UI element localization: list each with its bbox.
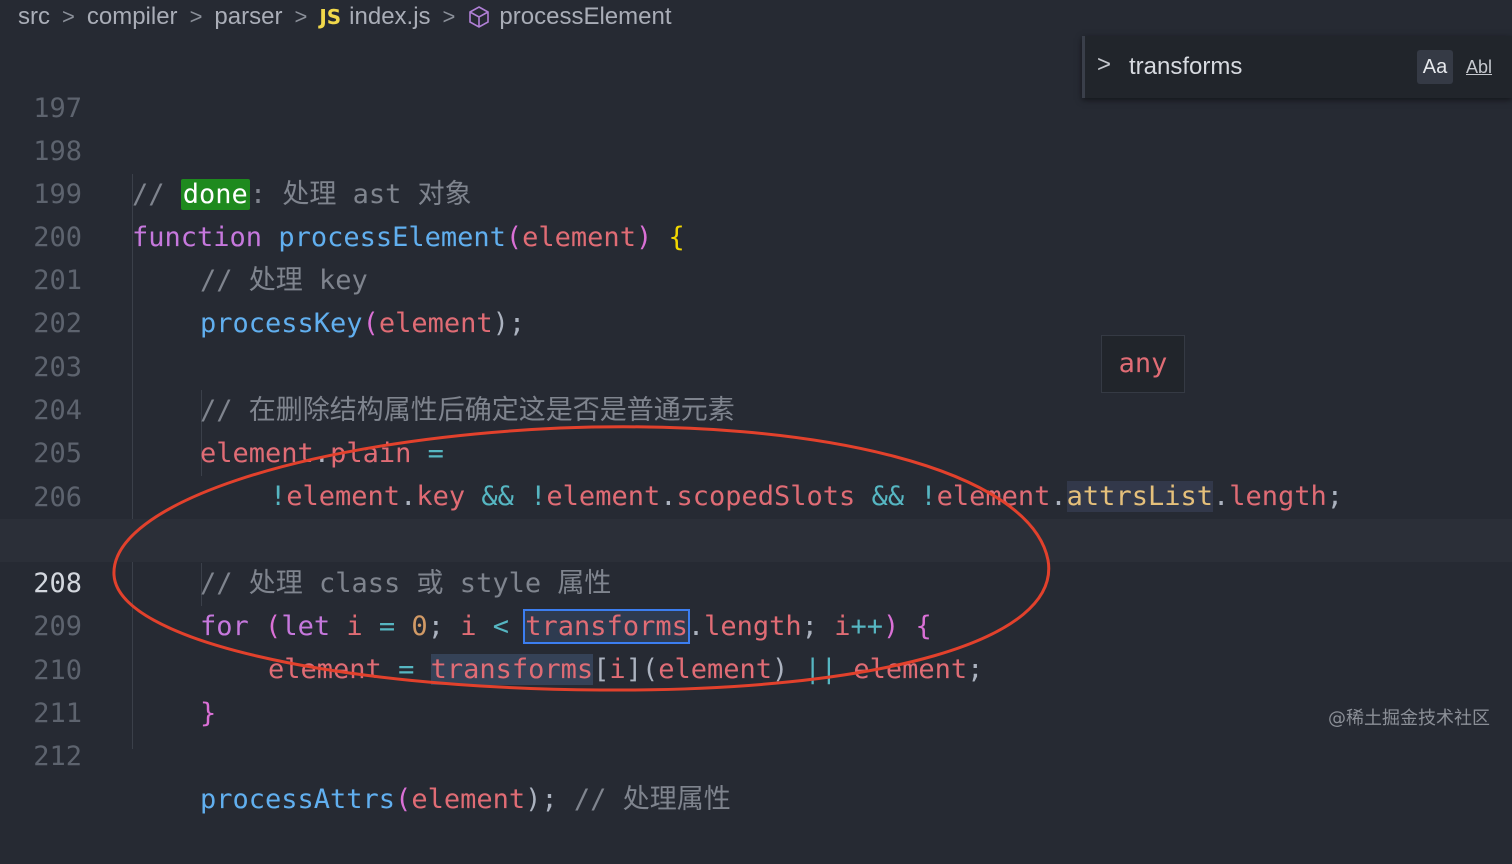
code-line[interactable]: 205 !element.key && !element.scopedSlots… xyxy=(0,389,1512,512)
code-line[interactable]: 202 xyxy=(0,259,1512,339)
find-input[interactable]: transforms xyxy=(1129,50,1242,84)
code-line[interactable]: 200 // 处理 key xyxy=(0,173,1512,296)
toggle-replace-chevron-icon[interactable]: > xyxy=(1097,50,1117,80)
breadcrumb: src > compiler > parser > JS index.js > … xyxy=(0,0,1512,34)
code-line[interactable]: 199 function processElement(element) { xyxy=(0,130,1512,253)
code-line-current[interactable]: 208 for (let i = 0; i < transforms.lengt… xyxy=(0,519,1512,644)
breadcrumb-item-symbol[interactable]: processElement xyxy=(499,3,671,31)
code-line[interactable]: 203 // 在删除结构属性后确定这是否是普通元素 xyxy=(0,303,1512,426)
function-call-token: processAttrs xyxy=(200,784,396,815)
variable-token: element xyxy=(411,784,526,815)
method-cube-icon xyxy=(469,6,490,28)
code-line[interactable]: 204 element.plain = xyxy=(0,346,1512,469)
code-line[interactable]: 210 } xyxy=(0,606,1512,729)
javascript-file-icon: JS xyxy=(319,5,342,29)
code-line[interactable]: 207 // 处理 class 或 style 属性 xyxy=(0,476,1512,599)
code-line[interactable]: 206 xyxy=(0,433,1512,513)
punctuation-token: ); xyxy=(525,784,558,815)
code-line[interactable]: 212 processAttrs(element); // 处理属性 xyxy=(0,692,1512,815)
chevron-right-icon: > xyxy=(189,4,203,29)
match-case-toggle[interactable]: Aa xyxy=(1417,50,1453,84)
chevron-right-icon: > xyxy=(442,4,456,29)
breadcrumb-item-compiler[interactable]: compiler xyxy=(87,3,178,31)
chevron-right-icon: > xyxy=(294,4,308,29)
watermark: @稀土掘金技术社区 xyxy=(1328,708,1490,729)
paren-token: ( xyxy=(395,784,412,815)
find-widget: > transforms Aa Abl xyxy=(1082,36,1512,98)
line-number: 212 xyxy=(33,741,82,772)
code-line[interactable]: 201 processKey(element); xyxy=(0,216,1512,339)
type-hover-tooltip: any xyxy=(1101,335,1185,393)
code-editor[interactable]: 197 198 // done: 处理 ast 对象 199 function … xyxy=(0,44,1512,815)
chevron-right-icon: > xyxy=(62,4,75,29)
breadcrumb-item-file[interactable]: index.js xyxy=(349,3,430,31)
code-line[interactable]: 211 xyxy=(0,649,1512,729)
match-whole-word-toggle[interactable]: Abl xyxy=(1461,50,1497,84)
code-line[interactable]: 209 element = transforms[i](element) || … xyxy=(0,562,1512,685)
breadcrumb-item-parser[interactable]: parser xyxy=(214,3,282,31)
breadcrumb-item-src[interactable]: src xyxy=(18,3,50,31)
comment-token: // 处理属性 xyxy=(573,784,731,815)
